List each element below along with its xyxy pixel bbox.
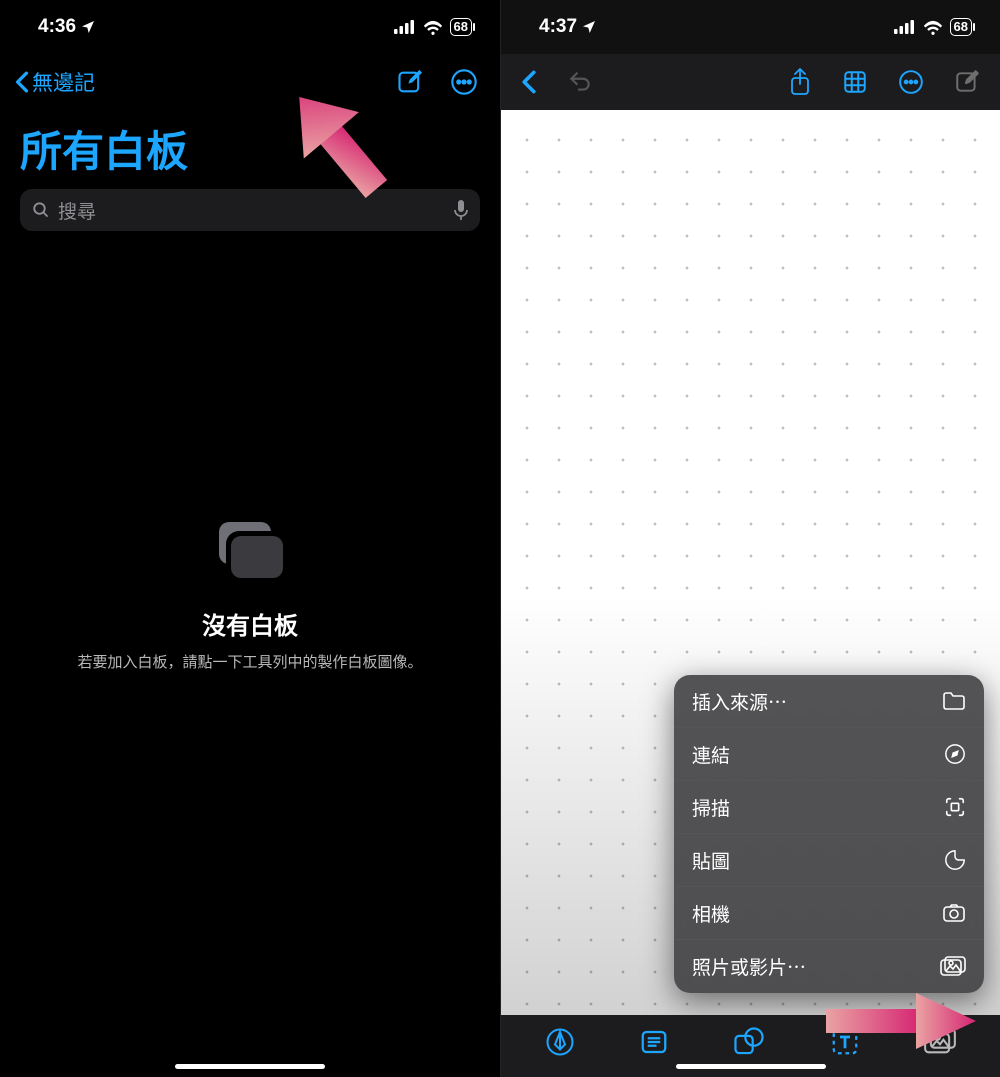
chevron-left-icon: [15, 71, 29, 93]
folder-icon: [942, 691, 966, 711]
share-button[interactable]: [788, 68, 812, 96]
shape-tool-button[interactable]: [733, 1027, 765, 1057]
screenshot-right: 4:37 68 插入來源⋯ 連結: [500, 0, 1000, 1077]
location-icon: [581, 19, 597, 35]
menu-item-photos[interactable]: 照片或影片⋯: [674, 940, 984, 993]
note-tool-button[interactable]: [639, 1027, 669, 1057]
search-input[interactable]: 搜尋: [20, 189, 480, 231]
status-bar: 4:37 68: [501, 0, 1000, 54]
cell-signal-icon: [894, 20, 916, 34]
text-tool-button[interactable]: [830, 1027, 860, 1057]
wifi-icon: [923, 20, 943, 35]
back-button[interactable]: [521, 70, 537, 94]
mic-icon[interactable]: [454, 200, 468, 220]
screenshot-left: 4:36 68 無邊記 所有白板 搜尋 沒有白板 若: [0, 0, 500, 1077]
pen-tool-button[interactable]: [545, 1027, 575, 1057]
sticker-icon: [944, 849, 966, 871]
compose-button[interactable]: [954, 69, 980, 95]
insert-menu: 插入來源⋯ 連結 掃描 貼圖 相機 照片或影片⋯: [674, 675, 984, 993]
home-indicator[interactable]: [175, 1064, 325, 1069]
search-placeholder: 搜尋: [58, 197, 454, 224]
menu-item-label: 貼圖: [692, 847, 730, 874]
more-icon[interactable]: [450, 68, 478, 96]
boards-stack-icon: [213, 520, 287, 584]
compass-icon: [944, 743, 966, 765]
camera-icon: [942, 903, 966, 923]
wifi-icon: [423, 20, 443, 35]
battery-indicator: 68: [450, 18, 472, 36]
empty-title: 沒有白板: [202, 606, 298, 641]
undo-button[interactable]: [567, 69, 593, 95]
menu-item-label: 連結: [692, 741, 730, 768]
compose-icon[interactable]: [396, 68, 424, 96]
menu-item-link[interactable]: 連結: [674, 728, 984, 781]
status-bar: 4:36 68: [0, 0, 500, 54]
menu-item-insert-from[interactable]: 插入來源⋯: [674, 675, 984, 728]
empty-subtitle: 若要加入白板，請點一下工具列中的製作白板圖像。: [47, 651, 452, 672]
battery-indicator: 68: [950, 18, 972, 36]
search-icon: [32, 201, 50, 219]
menu-item-camera[interactable]: 相機: [674, 887, 984, 940]
menu-item-label: 掃描: [692, 794, 730, 821]
more-button[interactable]: [898, 69, 924, 95]
cell-signal-icon: [394, 20, 416, 34]
gallery-icon: [940, 956, 966, 978]
scan-icon: [944, 796, 966, 818]
page-title: 所有白板: [0, 110, 500, 189]
back-button[interactable]: 無邊記: [15, 67, 95, 97]
home-indicator[interactable]: [676, 1064, 826, 1069]
nav-bar: 無邊記: [0, 54, 500, 110]
collaborate-button[interactable]: [842, 69, 868, 95]
back-label: 無邊記: [32, 67, 95, 97]
status-time: 4:37: [539, 16, 577, 38]
media-tool-button[interactable]: [924, 1028, 956, 1056]
empty-state: 沒有白板 若要加入白板，請點一下工具列中的製作白板圖像。: [0, 520, 500, 672]
menu-item-label: 插入來源⋯: [692, 688, 787, 715]
menu-item-label: 照片或影片⋯: [692, 953, 806, 980]
location-icon: [80, 19, 96, 35]
status-time: 4:36: [38, 16, 76, 38]
menu-item-label: 相機: [692, 900, 730, 927]
top-toolbar: [501, 54, 1000, 110]
menu-item-scan[interactable]: 掃描: [674, 781, 984, 834]
menu-item-sticker[interactable]: 貼圖: [674, 834, 984, 887]
